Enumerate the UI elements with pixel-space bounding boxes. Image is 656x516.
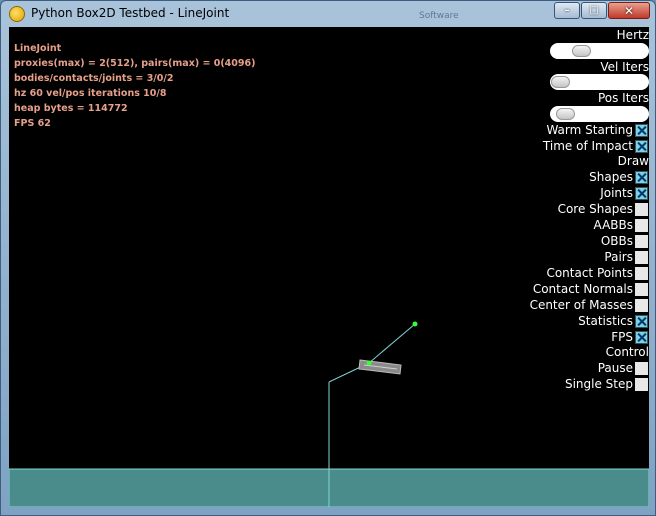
anchor-point-top [412, 321, 418, 327]
pos-iters-slider[interactable] [550, 106, 649, 122]
python-app-icon [9, 6, 25, 22]
checkbox-label: Time of Impact [542, 139, 633, 153]
stats-line: LineJoint [14, 43, 62, 54]
checkbox-checked-icon[interactable] [635, 314, 648, 328]
checkbox-label: Core Shapes [557, 202, 633, 216]
checkbox-label: AABBs [593, 218, 633, 232]
checkbox-label: OBBs [600, 234, 633, 248]
checkbox-fps[interactable]: FPS [611, 329, 649, 345]
checkbox-unchecked-icon[interactable] [635, 377, 648, 391]
checkbox-obbs[interactable]: OBBs [601, 233, 649, 249]
statistics-overlay: LineJoint proxies(max) = 2(512), pairs(m… [14, 41, 255, 131]
vel-iters-slider[interactable] [550, 74, 649, 90]
stats-line: FPS 62 [14, 118, 51, 129]
checkbox-unchecked-icon[interactable] [635, 361, 648, 375]
title-bar[interactable]: Python Box2D Testbed - LineJoint Softwar… [1, 1, 655, 27]
checkbox-aabbs[interactable]: AABBs [594, 217, 649, 233]
checkbox-joints[interactable]: Joints [600, 185, 649, 201]
checkbox-checked-icon[interactable] [635, 170, 648, 184]
maximize-button[interactable]: □ [581, 2, 607, 19]
close-button[interactable]: ✕ [608, 2, 650, 19]
checkbox-label: Warm Starting [546, 123, 633, 137]
checkbox-unchecked-icon[interactable] [635, 282, 648, 296]
stats-line: heap bytes = 114772 [14, 103, 128, 114]
checkbox-label: Statistics [578, 314, 633, 328]
checkbox-unchecked-icon[interactable] [635, 266, 648, 280]
checkbox-label: Joints [600, 186, 633, 200]
checkbox-unchecked-icon[interactable] [635, 234, 648, 248]
checkbox-unchecked-icon[interactable] [635, 298, 648, 312]
checkbox-label: Pause [597, 361, 633, 375]
stats-line: hz 60 vel/pos iterations 10/8 [14, 88, 167, 99]
checkbox-center-of-masses[interactable]: Center of Masses [530, 297, 649, 313]
joint-axis-segment [368, 323, 416, 364]
stats-line: proxies(max) = 2(512), pairs(max) = 0(40… [14, 58, 256, 69]
checkbox-pairs[interactable]: Pairs [604, 249, 649, 265]
checkbox-unchecked-icon[interactable] [635, 250, 648, 264]
checkbox-unchecked-icon[interactable] [635, 218, 648, 232]
checkbox-checked-icon[interactable] [635, 186, 648, 200]
checkbox-checked-icon[interactable] [635, 139, 648, 153]
control-section-header: Control [605, 345, 649, 359]
checkbox-label: Contact Normals [532, 282, 633, 296]
minimize-button[interactable]: – [554, 2, 580, 19]
checkbox-label: Shapes [589, 170, 633, 184]
pos-iters-label: Pos Iters [597, 91, 649, 105]
app-window: Python Box2D Testbed - LineJoint Softwar… [0, 0, 656, 516]
checkbox-statistics[interactable]: Statistics [578, 313, 649, 329]
checkbox-time-of-impact[interactable]: Time of Impact [543, 138, 649, 154]
checkbox-label: Contact Points [546, 266, 633, 280]
checkbox-checked-icon[interactable] [635, 123, 648, 137]
stats-line: bodies/contacts/joints = 3/0/2 [14, 73, 174, 84]
checkbox-label: Pairs [604, 250, 633, 264]
simulation-canvas[interactable]: LineJoint proxies(max) = 2(512), pairs(m… [9, 27, 649, 507]
hertz-slider[interactable] [550, 43, 649, 59]
checkbox-label: Center of Masses [529, 298, 633, 312]
minimize-icon: – [564, 5, 570, 16]
maximize-icon: □ [589, 5, 599, 16]
checkbox-shapes[interactable]: Shapes [589, 169, 649, 185]
draw-section-header: Draw [617, 154, 649, 168]
checkbox-unchecked-icon[interactable] [635, 202, 648, 216]
checkbox-contact-points[interactable]: Contact Points [546, 265, 649, 281]
checkbox-label: FPS [611, 330, 633, 344]
close-icon: ✕ [623, 3, 635, 18]
vel-iters-label: Vel Iters [600, 60, 649, 74]
checkbox-label: Single Step [564, 377, 633, 391]
checkbox-warm-starting[interactable]: Warm Starting [546, 122, 649, 138]
checkbox-checked-icon[interactable] [635, 330, 648, 344]
vel-iters-slider-knob[interactable] [551, 76, 570, 88]
hertz-label: Hertz [616, 28, 649, 42]
hertz-slider-knob[interactable] [572, 45, 591, 57]
pos-iters-slider-knob[interactable] [556, 108, 575, 120]
checkbox-contact-normals[interactable]: Contact Normals [533, 281, 649, 297]
checkbox-core-shapes[interactable]: Core Shapes [558, 201, 649, 217]
window-title: Python Box2D Testbed - LineJoint [31, 6, 230, 20]
anchor-point-body [366, 360, 372, 366]
checkbox-pause[interactable]: Pause [598, 360, 649, 376]
checkbox-single-step[interactable]: Single Step [565, 376, 649, 392]
background-window-label: Software [419, 11, 459, 21]
